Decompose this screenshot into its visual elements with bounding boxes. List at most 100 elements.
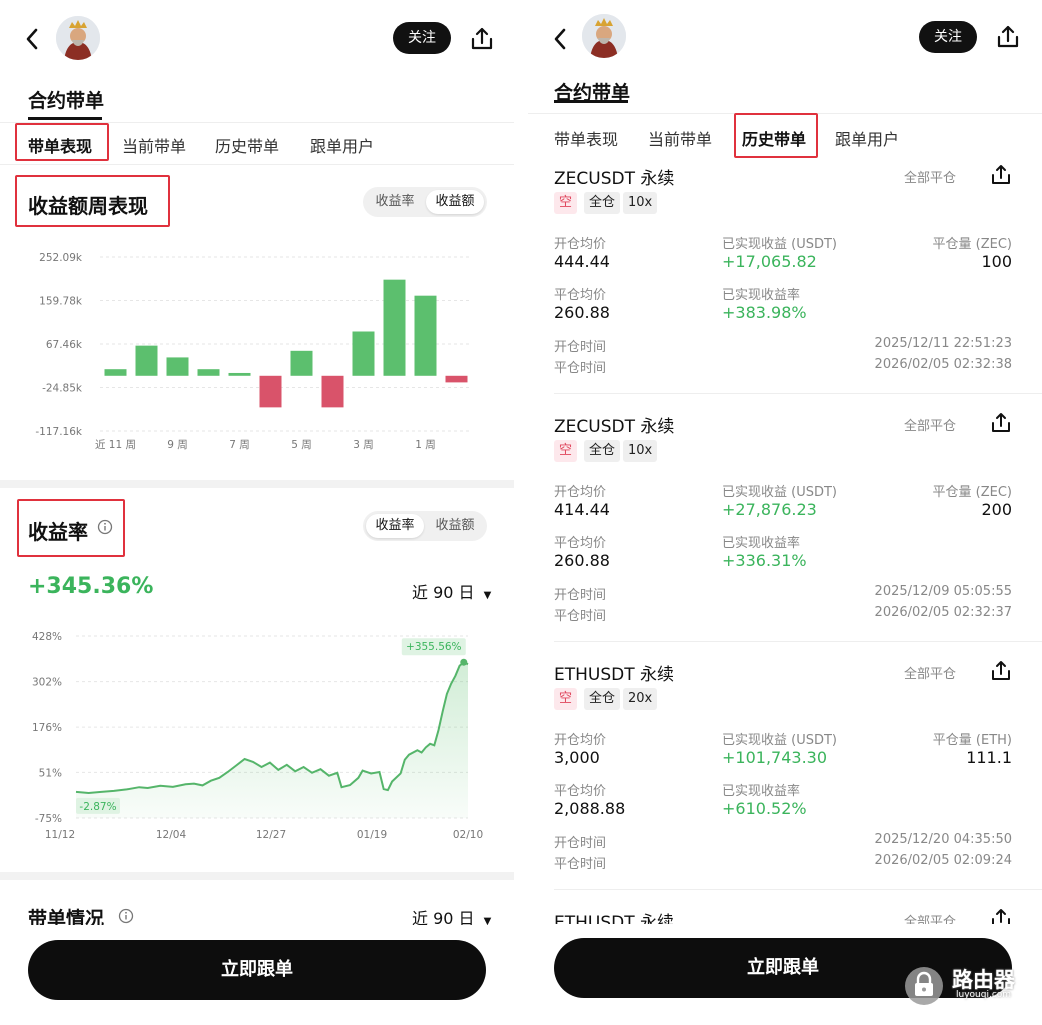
page-title-underline xyxy=(28,117,102,120)
bar xyxy=(321,375,344,408)
tab-current[interactable]: 当前带单 xyxy=(648,126,712,150)
yield-metric-toggle[interactable]: 收益率 收益额 xyxy=(363,511,487,541)
y-tick-label: 51% xyxy=(39,767,62,779)
margin-mode-badge: 全仓 xyxy=(584,688,621,710)
close-time-label: 平仓时间 xyxy=(554,361,607,376)
close-time-value: 2026/02/05 02:32:38 xyxy=(874,357,1012,372)
open-price-label: 开仓均价 xyxy=(554,237,607,252)
open-time-value: 2025/12/20 04:35:50 xyxy=(874,832,1012,847)
realized-rate-value: +336.31% xyxy=(722,551,807,570)
close-price-label: 平仓均价 xyxy=(554,536,607,551)
card-all-closed: 全部平仓 xyxy=(904,667,957,682)
x-tick-label: 5 周 xyxy=(291,439,312,451)
bar xyxy=(166,357,189,376)
open-price-label: 开仓均价 xyxy=(554,733,607,748)
toggle-amount[interactable]: 收益额 xyxy=(426,514,484,538)
x-tick-label: 02/10 xyxy=(453,829,483,841)
card-divider xyxy=(554,889,1042,890)
top-bar: 关注 xyxy=(528,0,1042,75)
realized-rate-label: 已实现收益率 xyxy=(722,288,801,303)
y-tick-label: 252.09k xyxy=(39,252,83,264)
close-time-value: 2026/02/05 02:09:24 xyxy=(874,853,1012,868)
close-qty-label: 平仓量 (ZEC) xyxy=(932,485,1012,500)
close-qty-label: 平仓量 (ZEC) xyxy=(932,237,1012,252)
share-icon[interactable] xyxy=(990,412,1012,434)
x-tick-label: 12/04 xyxy=(156,829,187,841)
tab-performance[interactable]: 带单表现 xyxy=(554,126,618,150)
x-tick-label: 1 周 xyxy=(415,439,436,451)
back-icon[interactable] xyxy=(24,27,40,55)
y-tick-label: -117.16k xyxy=(35,426,83,438)
bar xyxy=(135,345,158,376)
divider xyxy=(0,164,514,165)
close-price-value: 2,088.88 xyxy=(554,799,626,818)
bar xyxy=(228,372,251,376)
realized-pnl-label: 已实现收益 (USDT) xyxy=(722,733,837,748)
realized-rate-label: 已实现收益率 xyxy=(722,536,801,551)
x-tick-label: 3 周 xyxy=(353,439,374,451)
close-time-label: 平仓时间 xyxy=(554,857,607,872)
x-tick-label: 9 周 xyxy=(167,439,188,451)
follow-button[interactable]: 关注 xyxy=(393,22,451,54)
x-tick-label: 7 周 xyxy=(229,439,250,451)
tab-followers[interactable]: 跟单用户 xyxy=(835,126,899,150)
toggle-rate[interactable]: 收益率 xyxy=(366,514,424,538)
section-separator xyxy=(0,872,514,880)
highlight-box-yield xyxy=(17,499,125,557)
bar xyxy=(197,369,220,376)
open-price-label: 开仓均价 xyxy=(554,485,607,500)
avatar[interactable] xyxy=(56,16,100,60)
weekly-metric-toggle[interactable]: 收益率 收益额 xyxy=(363,187,487,217)
share-icon[interactable] xyxy=(990,660,1012,682)
y-tick-label: -75% xyxy=(35,813,62,825)
bar xyxy=(290,350,313,376)
close-time-value: 2026/02/05 02:32:37 xyxy=(874,605,1012,620)
open-time-label: 开仓时间 xyxy=(554,588,607,603)
yield-range-select[interactable]: 近 90 日 ▼ xyxy=(412,579,491,603)
close-qty-value: 111.1 xyxy=(966,748,1012,767)
bar xyxy=(414,295,437,376)
caret-down-icon: ▼ xyxy=(483,590,492,601)
y-tick-label: 302% xyxy=(32,677,62,689)
avatar[interactable] xyxy=(582,14,626,58)
share-icon[interactable] xyxy=(990,164,1012,186)
section-separator xyxy=(0,480,514,488)
back-icon[interactable] xyxy=(552,27,568,55)
card-symbol: ZECUSDT 永续 xyxy=(554,417,675,437)
open-price-value: 414.44 xyxy=(554,500,610,519)
tab-followers[interactable]: 跟单用户 xyxy=(310,133,374,157)
leverage-badge: 20x xyxy=(623,688,658,710)
card-all-closed: 全部平仓 xyxy=(904,171,957,186)
x-tick-label: 11/12 xyxy=(45,829,75,841)
close-qty-value: 100 xyxy=(981,252,1012,271)
right-screen: 关注 合约带单 带单表现 当前带单 历史带单 跟单用户 ETHUSDT 永续 全… xyxy=(528,0,1042,1025)
tab-history[interactable]: 历史带单 xyxy=(215,133,279,157)
realized-rate-value: +383.98% xyxy=(722,303,807,322)
max-point xyxy=(460,658,468,666)
card-symbol: ETHUSDT 永续 xyxy=(554,665,675,685)
realized-pnl-value: +17,065.82 xyxy=(722,252,817,271)
start-label: -2.87% xyxy=(79,801,116,813)
share-icon[interactable] xyxy=(469,26,495,52)
close-qty-value: 200 xyxy=(981,500,1012,519)
close-qty-label: 平仓量 (ETH) xyxy=(932,733,1012,748)
leverage-badge: 10x xyxy=(623,192,658,214)
copy-trade-button[interactable]: 立即跟单 xyxy=(28,940,486,1000)
leverage-badge: 10x xyxy=(623,440,658,462)
open-time-value: 2025/12/09 05:05:55 xyxy=(874,584,1012,599)
follow-button[interactable]: 关注 xyxy=(919,21,977,53)
card-symbol: ZECUSDT 永续 xyxy=(554,169,675,189)
side-badge: 空 xyxy=(554,688,578,710)
screen-gutter xyxy=(514,0,528,1025)
share-icon[interactable] xyxy=(995,24,1021,50)
bar xyxy=(259,375,282,408)
tab-current[interactable]: 当前带单 xyxy=(122,133,186,157)
toggle-amount[interactable]: 收益额 xyxy=(426,190,484,214)
open-time-label: 开仓时间 xyxy=(554,836,607,851)
toggle-rate[interactable]: 收益率 xyxy=(366,190,424,214)
side-badge: 空 xyxy=(554,440,578,462)
realized-pnl-value: +101,743.30 xyxy=(722,748,828,767)
info-icon[interactable] xyxy=(118,908,134,924)
realized-rate-label: 已实现收益率 xyxy=(722,784,801,799)
open-price-value: 3,000 xyxy=(554,748,600,767)
